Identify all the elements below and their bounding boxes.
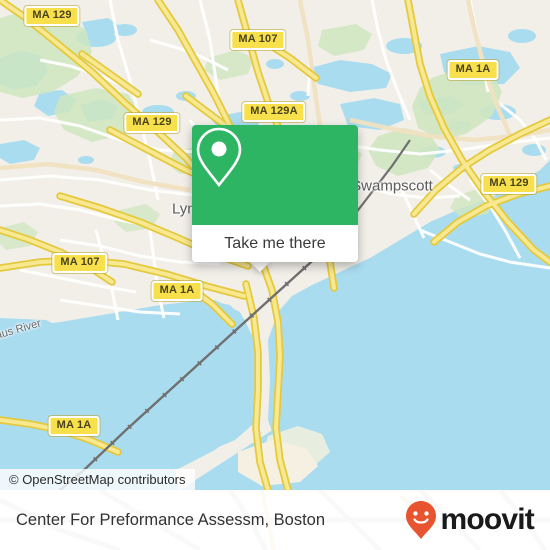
moovit-map-screenshot: MA 129 MA 107 MA 1A MA 129 MA 129A MA 12… xyxy=(0,0,550,550)
highway-shield: MA 1A xyxy=(447,60,499,80)
highway-shield: MA 129 xyxy=(24,6,80,26)
footer-place-title: Center For Preformance Assessm, Boston xyxy=(16,510,326,529)
highway-shield: MA 1A xyxy=(151,281,203,301)
place-label-swampscott: Swampscott xyxy=(351,177,433,195)
footer-bar: Center For Preformance Assessm, Boston m… xyxy=(0,490,550,550)
osm-attribution-label: © OpenStreetMap contributors xyxy=(9,472,186,487)
highway-shield: MA 1A xyxy=(48,416,100,436)
highway-shield: MA 129 xyxy=(124,113,180,133)
take-me-there-button[interactable]: Take me there xyxy=(192,225,358,262)
popup-card-marker-area xyxy=(192,125,358,225)
highway-shield: MA 129 xyxy=(481,174,537,194)
location-pin-icon xyxy=(196,127,242,188)
osm-attribution[interactable]: © OpenStreetMap contributors xyxy=(0,469,195,490)
map-canvas[interactable]: MA 129 MA 107 MA 1A MA 129 MA 129A MA 12… xyxy=(0,0,550,490)
highway-shield: MA 107 xyxy=(230,30,286,50)
highway-shield: MA 107 xyxy=(52,253,108,273)
take-me-there-label: Take me there xyxy=(224,234,326,252)
moovit-wordmark: moovit xyxy=(440,503,534,536)
moovit-smiley-pin-icon xyxy=(406,501,437,539)
popup-card[interactable]: Take me there xyxy=(192,125,358,262)
highway-shield: MA 129A xyxy=(242,102,306,122)
moovit-logo[interactable]: moovit xyxy=(404,500,535,540)
popup-card-tail xyxy=(249,261,271,272)
